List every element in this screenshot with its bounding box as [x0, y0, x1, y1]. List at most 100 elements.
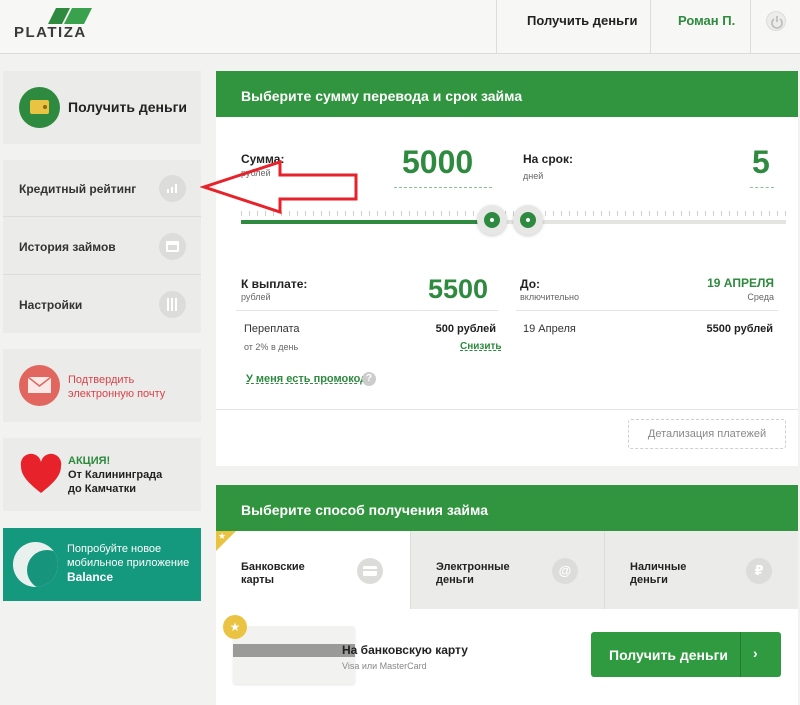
until-label: До:: [520, 277, 541, 291]
tab-label: Электронные деньги: [436, 561, 510, 587]
payout-unit: рублей: [241, 292, 271, 302]
method-tabs: ★ Банковские карты Электронные деньги @ …: [216, 531, 798, 609]
at-icon: @: [552, 558, 578, 584]
sidebar-app-promo[interactable]: Попробуйте новое мобильное приложение Ba…: [3, 528, 201, 601]
tab-label-line2: карты: [241, 574, 274, 586]
to-card-subtitle: Visa или MasterCard: [342, 661, 427, 671]
button-divider: [740, 632, 741, 677]
app-promo-line2: мобильное приложение: [67, 557, 190, 569]
divider: [216, 409, 798, 410]
amount-value[interactable]: 5000: [402, 144, 473, 181]
balance-app-icon: [13, 542, 58, 587]
tab-label-line1: Банковские: [241, 561, 305, 573]
logo-mark-icon: [48, 8, 92, 24]
amount-unit: рублей: [241, 168, 271, 178]
tab-label-line2: деньги: [630, 574, 668, 586]
amount-slider-handle[interactable]: [477, 205, 507, 235]
envelope-icon: [19, 365, 60, 406]
promo-code-link[interactable]: У меня есть промокод: [246, 373, 367, 385]
promo-line1: От Калининграда: [68, 469, 163, 481]
confirm-email-line2: электронную почту: [68, 388, 166, 400]
sidebar-promo[interactable]: АКЦИЯ! От Калининграда до Камчатки: [3, 438, 201, 511]
tab-label-line1: Наличные: [630, 561, 687, 573]
reduce-link[interactable]: Снизить: [460, 341, 502, 352]
payout-value: 5500: [428, 274, 489, 304]
term-underline: [750, 187, 774, 188]
wallet-icon: [19, 87, 60, 128]
sidebar-confirm-email[interactable]: Подтвердить электронную почту: [3, 349, 201, 422]
window-icon: [159, 233, 186, 260]
tab-label: Наличные деньги: [630, 561, 686, 587]
tab-cash[interactable]: Наличные деньги ₽: [604, 531, 798, 609]
overpay-rate: от 2% в день: [244, 342, 299, 352]
tab-e-money[interactable]: Электронные деньги @: [410, 531, 604, 609]
schedule-date: 19 Апреля: [523, 323, 576, 335]
sidebar-menu: Кредитный рейтинг История займов Настрой…: [3, 160, 201, 333]
method-card-title: Выберите способ получения займа: [216, 485, 798, 531]
loan-slider-fill: [241, 220, 492, 224]
confirm-email-text: Подтвердить электронную почту: [68, 373, 178, 401]
divider: [236, 310, 498, 311]
until-date: 19 АПРЕЛЯ: [707, 276, 774, 290]
amount-underline: [394, 187, 492, 188]
logo-text: PLATIZA: [14, 24, 87, 41]
term-unit: дней: [523, 171, 544, 181]
payment-details-button[interactable]: Детализация платежей: [628, 419, 786, 449]
sidebar-item-settings[interactable]: Настройки: [3, 276, 201, 333]
header-divider: [496, 0, 497, 54]
heart-icon: [20, 453, 62, 493]
envelope-glyph: [28, 377, 51, 393]
until-weekday: Среда: [747, 292, 774, 302]
overpay-label: Переплата: [244, 323, 300, 335]
term-label: На срок:: [523, 152, 574, 166]
tab-bank-cards[interactable]: ★ Банковские карты: [216, 531, 410, 609]
sidebar-item-label: История займов: [19, 240, 116, 254]
amount-label: Сумма:: [241, 152, 285, 166]
card-glyph: [363, 566, 377, 576]
payout-label: К выплате:: [241, 277, 308, 291]
confirm-email-line1: Подтвердить: [68, 374, 135, 386]
divider: [516, 310, 778, 311]
star-icon: ★: [223, 615, 247, 639]
chart-bars-icon: [159, 175, 186, 202]
loan-card-title: Выберите сумму перевода и срок займа: [216, 71, 798, 117]
tab-label-line2: деньги: [436, 574, 474, 586]
platiza-logo[interactable]: PLATIZA: [14, 8, 94, 48]
power-glyph: [771, 16, 783, 29]
power-icon[interactable]: [766, 11, 786, 31]
get-money-button[interactable]: Получить деньги ›: [591, 632, 781, 677]
app-promo-name: Balance: [67, 570, 114, 584]
promo-text: АКЦИЯ! От Калининграда до Камчатки: [68, 454, 162, 496]
chevron-right-icon: ›: [753, 645, 758, 661]
overpay-value: 500 рублей: [435, 323, 496, 335]
promo-line2: до Камчатки: [68, 483, 137, 495]
term-value[interactable]: 5: [752, 144, 770, 181]
schedule-amount: 5500 рублей: [706, 323, 773, 335]
help-icon[interactable]: ?: [362, 372, 376, 386]
until-sub: включительно: [520, 292, 579, 302]
to-card-title: На банковскую карту: [342, 643, 468, 657]
sidebar-item-loan-history[interactable]: История займов: [3, 218, 201, 275]
sliders-icon: [159, 291, 186, 318]
sidebar-item-label: Кредитный рейтинг: [19, 182, 137, 196]
get-money-button-label: Получить деньги: [609, 647, 729, 663]
sidebar-get-money[interactable]: Получить деньги: [3, 71, 201, 144]
tab-label: Банковские карты: [241, 561, 305, 587]
bank-card-illustration: [233, 626, 355, 684]
sidebar-item-credit-rating[interactable]: Кредитный рейтинг: [3, 160, 201, 217]
header-divider: [750, 0, 751, 54]
star-icon: ★: [218, 531, 227, 541]
tab-label-line1: Электронные: [436, 561, 510, 573]
header-get-money-link[interactable]: Получить деньги: [527, 0, 638, 54]
loan-card: Сумма: рублей 5000 На срок: дней 5 К вып…: [216, 117, 798, 466]
method-card: ★ Банковские карты Электронные деньги @ …: [216, 531, 798, 705]
card-icon: [357, 558, 383, 584]
user-name-link[interactable]: Роман П.: [678, 0, 735, 54]
ruble-icon: ₽: [746, 558, 772, 584]
app-promo-text: Попробуйте новое мобильное приложение Ba…: [67, 542, 189, 584]
top-header: PLATIZA Получить деньги Роман П.: [0, 0, 800, 54]
term-slider-handle[interactable]: [513, 205, 543, 235]
sidebar-item-label: Настройки: [19, 298, 83, 312]
promo-title: АКЦИЯ!: [68, 455, 111, 467]
app-promo-line1: Попробуйте новое: [67, 543, 162, 555]
